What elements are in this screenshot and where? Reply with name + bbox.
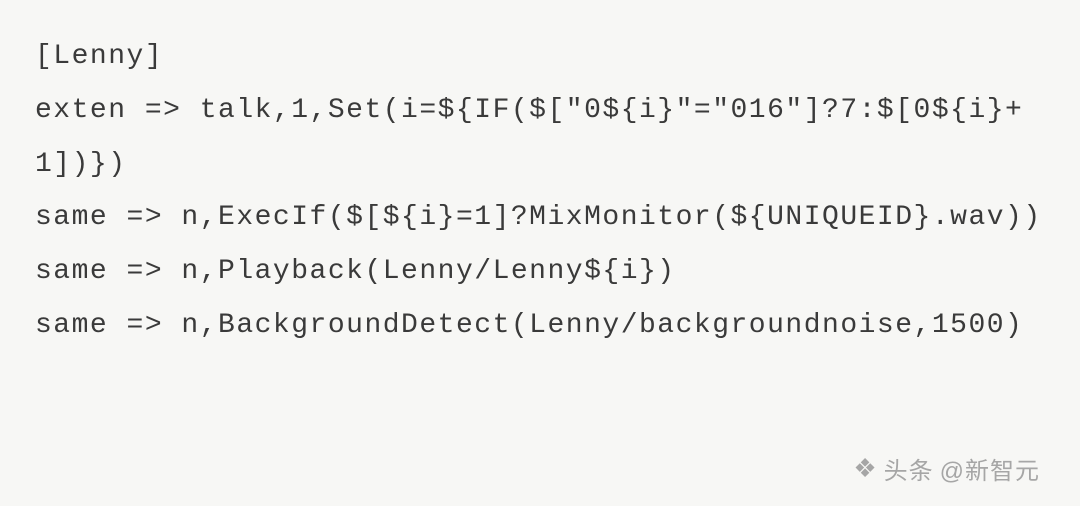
watermark-text: @新智元 (940, 451, 1040, 486)
watermark: ❖ 头条 @新智元 (853, 451, 1040, 486)
code-line: [Lenny] (35, 30, 1045, 84)
code-line: same => n,ExecIf($[${i}=1]?MixMonitor(${… (35, 191, 1045, 245)
code-line: exten => talk,1,Set(i=${IF($["0${i}"="01… (35, 84, 1045, 192)
code-block: [Lenny] exten => talk,1,Set(i=${IF($["0$… (35, 30, 1045, 353)
toutiao-icon: ❖ (853, 453, 877, 484)
watermark-prefix: 头条 (884, 451, 934, 486)
code-line: same => n,BackgroundDetect(Lenny/backgro… (35, 299, 1045, 353)
code-line: same => n,Playback(Lenny/Lenny${i}) (35, 245, 1045, 299)
